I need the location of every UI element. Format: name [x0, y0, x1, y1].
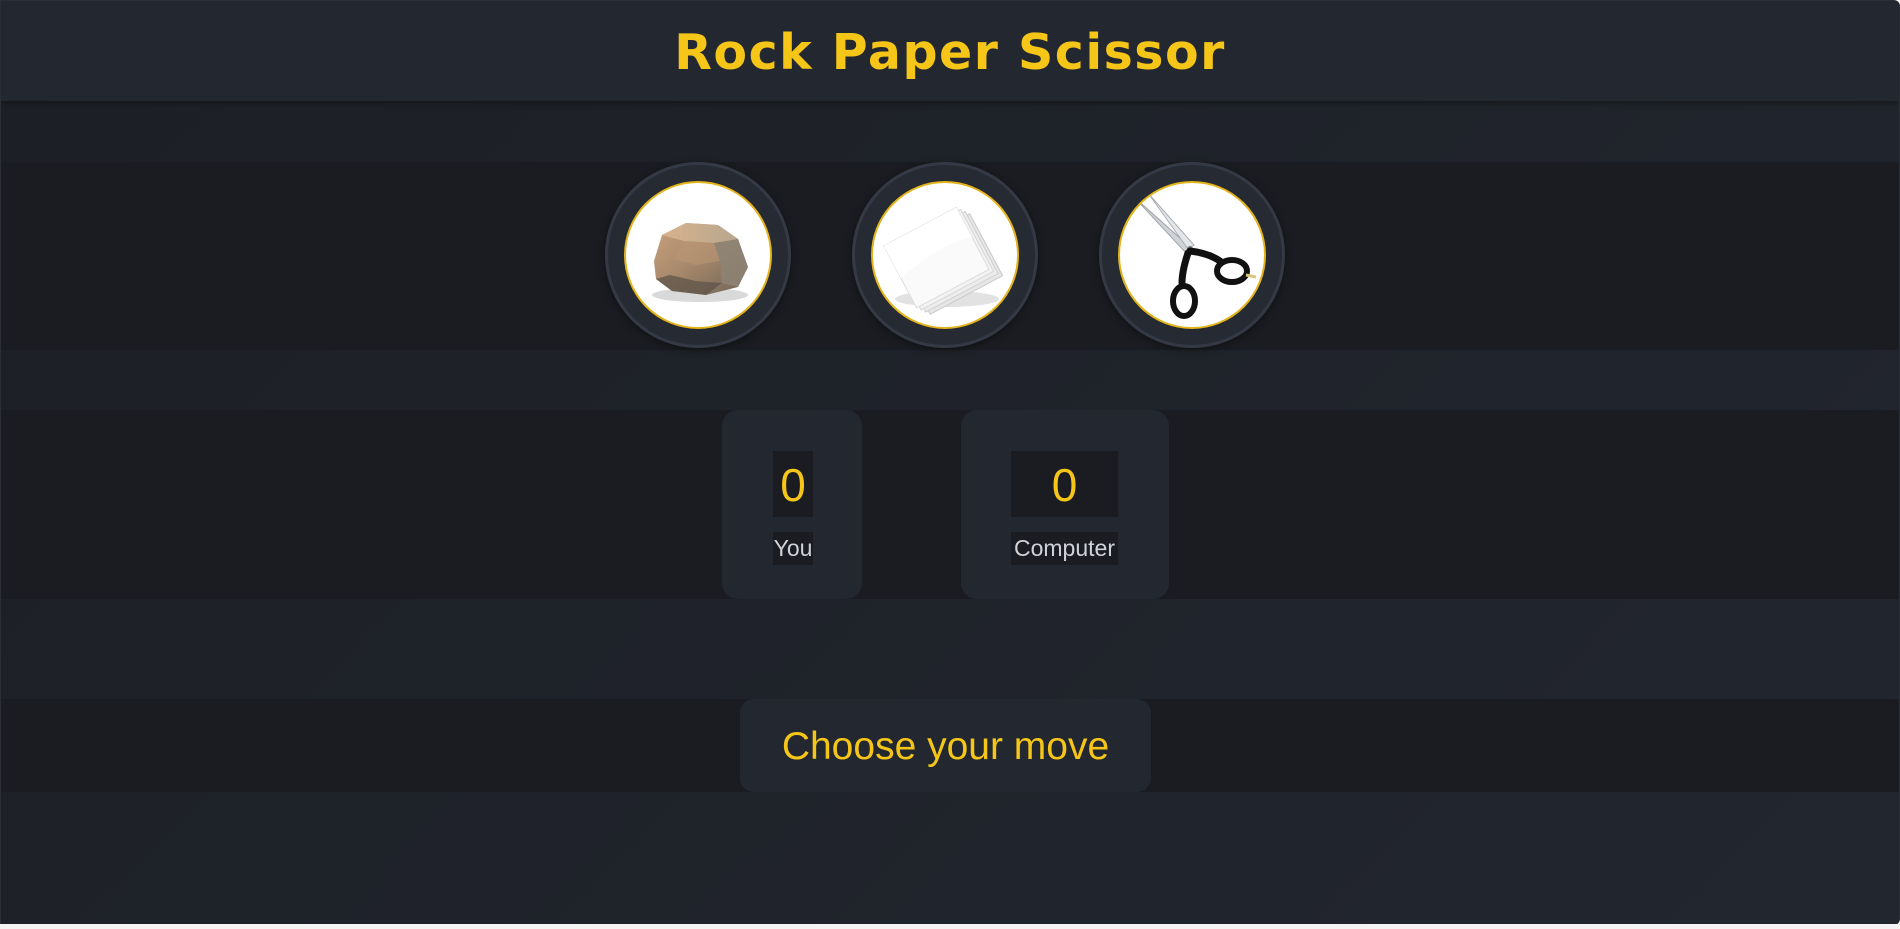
status-message: Choose your move: [740, 699, 1151, 792]
page-title: Rock Paper Scissor: [674, 24, 1226, 81]
paper-choice-button[interactable]: [852, 162, 1038, 348]
rock-image: [624, 181, 772, 329]
user-score: 0: [773, 451, 813, 517]
paper-icon: [883, 206, 1004, 315]
window-bottom-edge: [0, 924, 1900, 929]
scissors-image: [1118, 181, 1266, 329]
user-score-label: You: [773, 532, 813, 565]
user-score-card: 0 You: [722, 410, 862, 599]
computer-score-card: 0 Computer: [961, 410, 1169, 599]
computer-score-label: Computer: [1011, 532, 1118, 565]
computer-score: 0: [1011, 451, 1118, 517]
paper-image: [871, 181, 1019, 329]
game-window: Rock Paper Scissor 0 You 0 Computer Choo…: [0, 0, 1900, 925]
rock-icon: [652, 223, 748, 302]
rock-choice-button[interactable]: [605, 162, 791, 348]
header: Rock Paper Scissor: [1, 1, 1899, 101]
scoreboard-band: [1, 410, 1899, 599]
scissors-icon: [1133, 192, 1257, 319]
scissors-choice-button[interactable]: [1099, 162, 1285, 348]
